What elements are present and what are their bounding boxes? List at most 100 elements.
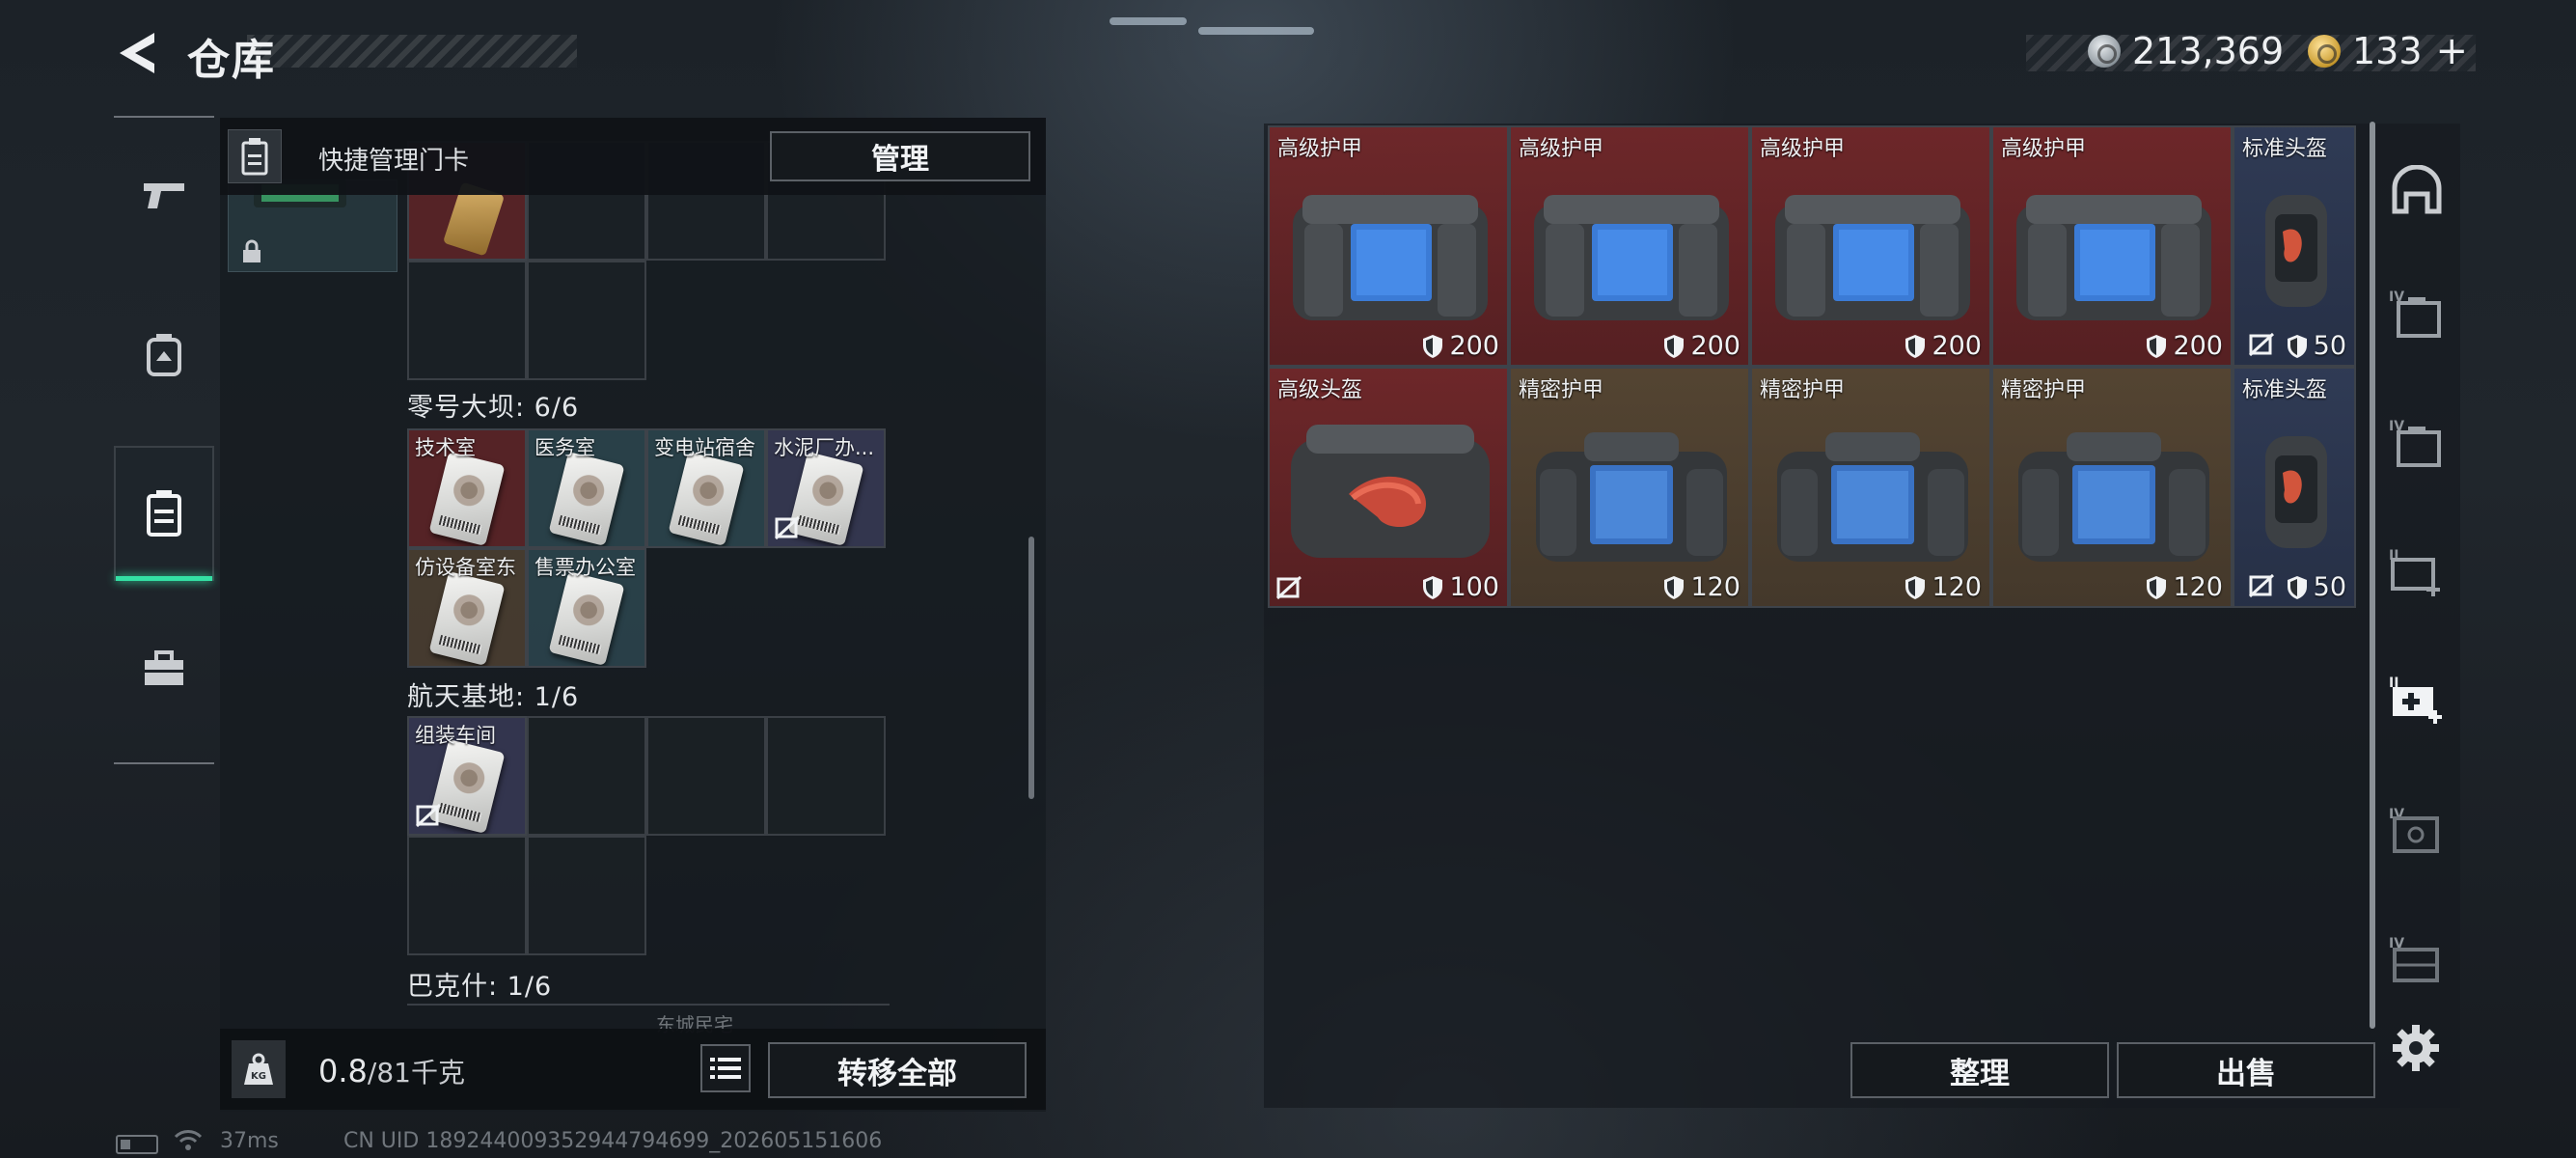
rail-item-backpack[interactable] [114,288,214,423]
manage-button[interactable]: 管理 [770,131,1030,181]
add-currency-plus[interactable]: + [2436,29,2469,73]
keycard-name: 医务室 [534,436,595,459]
stash-item-advanced-armor[interactable]: 高级护甲 200 [1509,125,1750,367]
stash-scrollbar[interactable] [2370,122,2375,1029]
folder-case-icon [2397,297,2441,338]
stash-tab-medkit-2-active[interactable] [2383,670,2451,733]
keycard-assembly-workshop[interactable]: 组装车间 [407,716,527,836]
page-title: 仓库 [187,36,276,85]
sort-button[interactable]: 整理 [1850,1042,2109,1098]
section-title-bakesh: 巴克什: 1/6 [407,972,553,1002]
item-name: 高级头盔 [1277,378,1363,402]
weight-current: 0.8 [318,1053,368,1089]
stash-tab-case-1[interactable] [2383,286,2451,349]
gold-currency[interactable]: 133 + [2308,27,2468,75]
keycard-name: 售票办公室 [534,556,636,579]
stash-item-advanced-armor[interactable]: 高级护甲 200 [1268,125,1509,367]
armor-vest-icon [1293,195,1488,320]
armor-shield-icon [2287,334,2307,358]
stash-item-precision-armor[interactable]: 精密护甲 120 [1750,367,1991,608]
item-durability: 50 [2287,572,2346,602]
crate-icon [2393,948,2439,982]
empty-slot[interactable] [407,836,527,955]
keycard-medical-room[interactable]: 医务室 [527,428,646,548]
rail-item-keycards[interactable] [114,446,214,581]
stash-tab-helmet[interactable] [2383,158,2451,222]
empty-slot[interactable] [527,261,646,380]
stash-item-standard-helmet[interactable]: 标准头盔 50 [2233,367,2356,608]
back-arrow-icon[interactable] [112,29,166,77]
keycard-holder-icon [228,129,282,183]
keycard-name: 组装车间 [415,724,496,747]
rail-item-weapons[interactable] [114,127,214,262]
armor-shield-icon [2287,575,2307,599]
empty-slot[interactable] [527,716,646,836]
armor-shield-icon [1905,334,1926,358]
keycard-tech-room[interactable]: 技术室 [407,428,527,548]
item-durability: 200 [2146,331,2223,361]
stash-tab-crate[interactable] [2383,932,2451,996]
stash-item-advanced-helmet[interactable]: 高级头盔 100 [1268,367,1509,608]
keycard-cement-office[interactable]: 水泥厂办... [766,428,886,548]
keycard-holder-icon [147,490,181,537]
empty-slot[interactable] [766,716,886,836]
weight-icon: KG [232,1040,286,1098]
empty-slot[interactable] [646,716,766,836]
armor-shield-icon [2147,334,2167,358]
list-icon [710,1058,741,1079]
item-name: 高级护甲 [1277,137,1363,161]
sell-button[interactable]: 出售 [2117,1042,2375,1098]
folder-case-icon [2397,427,2441,467]
stash-item-precision-armor[interactable]: 精密护甲 120 [1991,367,2233,608]
item-name: 精密护甲 [1519,378,1604,402]
next-section-divider [407,1004,890,1027]
armor-shield-icon [1423,334,1443,358]
stash-tab-case-2[interactable] [2383,415,2451,479]
battery-icon [116,1135,158,1154]
item-name: 标准头盔 [2242,378,2328,402]
weight-max: /81千克 [367,1057,465,1089]
gear-icon[interactable] [2389,1021,2443,1075]
armor-vest-icon [1536,432,1727,562]
keycard-image [428,452,506,546]
stash-item-advanced-armor[interactable]: 高级护甲 200 [1991,125,2233,367]
safe-box-icon [2393,816,2439,853]
keycard-name: 变电站宿舍 [654,436,755,459]
stash-item-standard-helmet[interactable]: 标准头盔 50 [2233,125,2356,367]
rail-item-toolbox[interactable] [114,600,214,735]
stash-item-advanced-armor[interactable]: 高级护甲 200 [1750,125,1991,367]
weight-readout: 0.8/81千克 [318,1052,465,1090]
armor-vest-icon [2018,432,2209,562]
item-durability: 200 [1905,331,1982,361]
quick-manage-label: 快捷管理门卡 [318,147,470,176]
keycard-equipment-room-east[interactable]: 仿设备室东 [407,548,527,668]
empty-slot[interactable] [407,261,527,380]
silver-coin-icon [2088,35,2121,68]
pistol-icon [144,183,184,208]
keycard-scrollbar[interactable] [1028,537,1034,799]
stash-tab-medkit-1[interactable] [2383,542,2451,606]
keycard-substation-dorm[interactable]: 变电站宿舍 [646,428,766,548]
armor-shield-icon [1423,575,1443,599]
keycard-name: 水泥厂办... [774,436,875,459]
stash-item-precision-armor[interactable]: 精密护甲 120 [1509,367,1750,608]
helmet-slot-icon [2392,165,2442,214]
untradeable-icon [1275,575,1302,600]
keycard-ticket-office[interactable]: 售票办公室 [527,548,646,668]
keycard-name: 仿设备室东 [415,556,516,579]
stash-tab-safe[interactable] [2383,803,2451,867]
helmet-icon [2265,195,2327,307]
transfer-all-button[interactable]: 转移全部 [768,1042,1027,1098]
armor-vest-icon [1534,195,1729,320]
empty-slot[interactable] [527,836,646,955]
item-durability: 100 [1422,572,1499,602]
gold-coin-icon [2308,35,2341,68]
medkit-add-icon [2393,687,2442,724]
armor-vest-icon [1777,432,1968,562]
silver-amount: 213,369 [2132,30,2285,72]
item-durability: 120 [1663,572,1740,602]
list-view-button[interactable] [700,1044,751,1092]
item-name: 高级护甲 [1760,137,1846,161]
armor-shield-icon [2147,575,2167,599]
helmet-icon [2265,436,2327,548]
